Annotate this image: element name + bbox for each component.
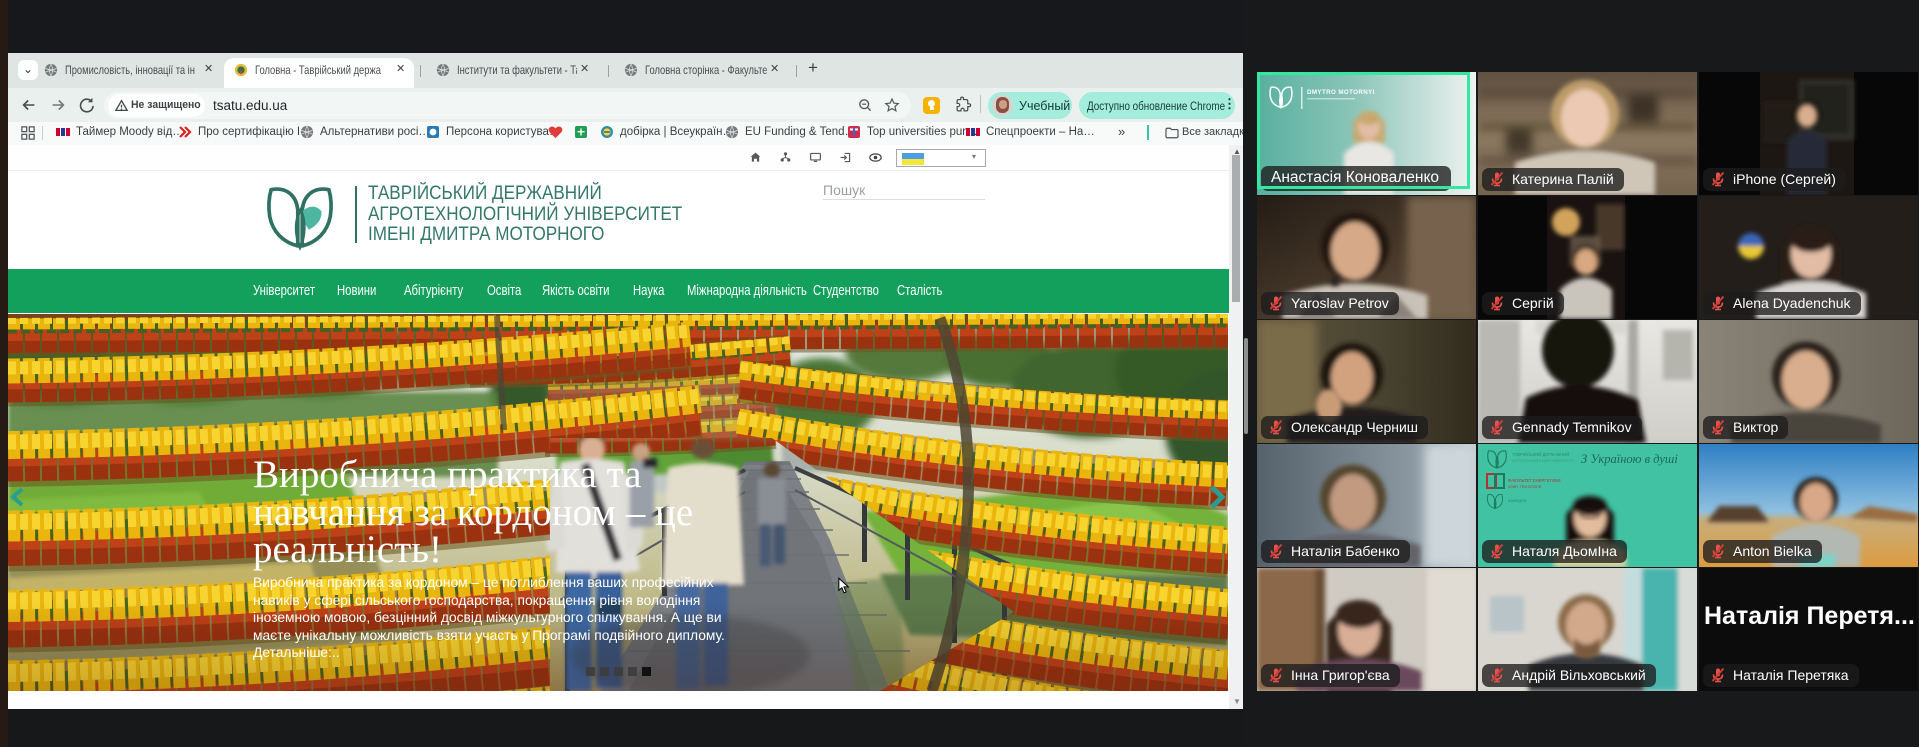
svg-text:КОМП. ТЕХНОЛОГІЙ: КОМП. ТЕХНОЛОГІЙ: [1508, 485, 1542, 489]
svg-text:З Україною в душі: З Україною в душі: [1581, 452, 1678, 466]
svg-text:ФАКУЛЬТЕТ ЕНЕРГЕТИКИ: ФАКУЛЬТЕТ ЕНЕРГЕТИКИ: [1508, 478, 1561, 483]
svg-text:ТАВРІЙСЬКИЙ ДЕРЖАВНИЙ: ТАВРІЙСЬКИЙ ДЕРЖАВНИЙ: [1512, 452, 1569, 457]
svg-text:АГРОТЕХНОЛОГІЧНИЙ УНІВЕРСИТЕТ: АГРОТЕХНОЛОГІЧНИЙ УНІВЕРСИТЕТ: [1512, 459, 1574, 463]
svg-text:КАФЕДРА: КАФЕДРА: [1508, 498, 1527, 503]
